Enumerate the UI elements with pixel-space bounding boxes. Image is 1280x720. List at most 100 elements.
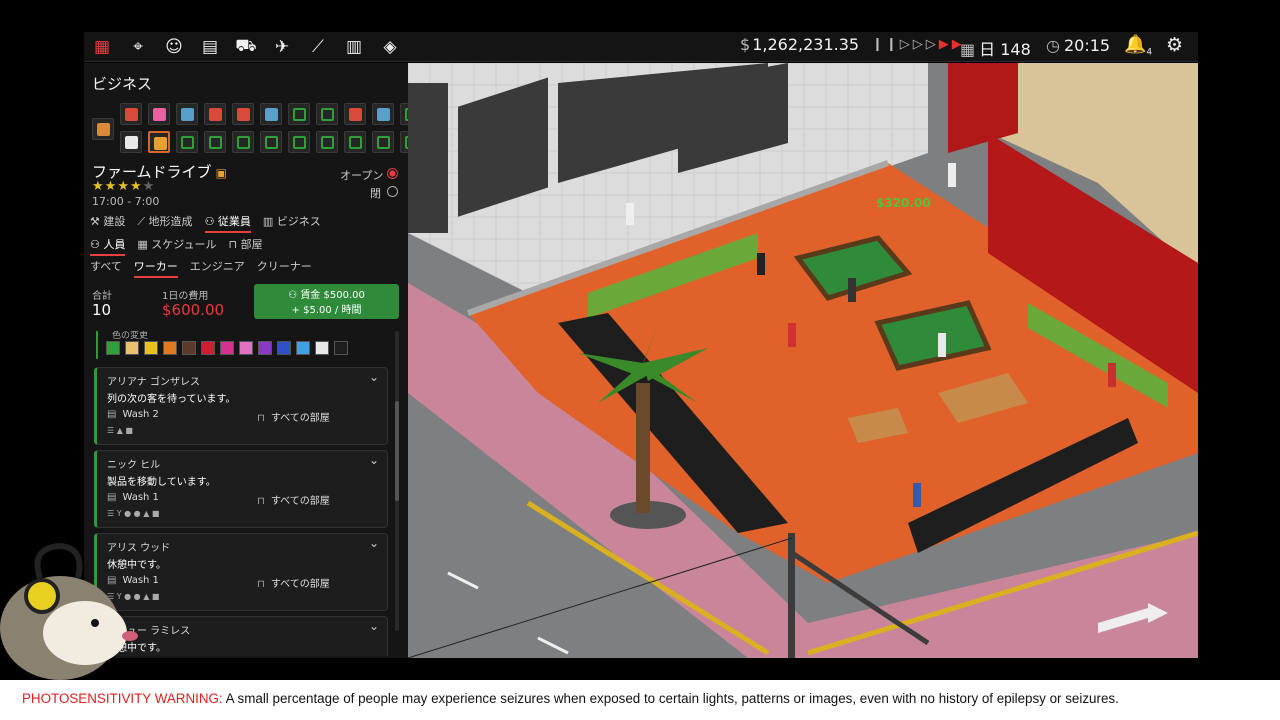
business-icon-button[interactable] — [288, 131, 310, 153]
business-icon-button[interactable] — [400, 103, 408, 125]
warning-text: A small percentage of people may experie… — [222, 691, 1119, 706]
employee-skill-icons: ☰ ▲ ■ — [107, 426, 133, 435]
color-swatch[interactable] — [106, 341, 120, 355]
business-icon-button[interactable] — [288, 103, 310, 125]
business-icon-button[interactable] — [344, 131, 366, 153]
employee-skill-icons: ☰ Y ● ● ▲ ■ — [107, 509, 160, 518]
business-icon-button[interactable] — [372, 103, 394, 125]
main-tab-2[interactable]: ⚇ 従業員 — [204, 213, 251, 233]
game-viewport[interactable]: $320.00 — [408, 63, 1198, 658]
room-icon: ▤ — [107, 409, 117, 420]
main-tab-0[interactable]: ⚒ 建設 — [90, 213, 125, 233]
employee-status: 製品を移動しています。 — [107, 477, 216, 488]
sub-tab-2[interactable]: ⊓ 部屋 — [228, 236, 262, 256]
role-tab-2[interactable]: エンジニア — [190, 258, 245, 278]
total-label: 合計 — [92, 291, 112, 302]
chevron-down-icon[interactable]: ⌄ — [369, 370, 379, 384]
building-icon[interactable]: ▦ — [88, 33, 116, 61]
total-value: 10 — [92, 301, 112, 319]
fast-button[interactable]: ▷▷ — [913, 37, 939, 52]
frame-icon — [321, 136, 334, 149]
business-icon-button[interactable] — [176, 131, 198, 153]
business-icon-button[interactable] — [344, 103, 366, 125]
chevron-down-icon[interactable]: ⌄ — [369, 536, 379, 550]
business-icon-button[interactable] — [316, 103, 338, 125]
employee-area[interactable]: ⊓ すべての部屋 — [257, 409, 330, 424]
business-icon-button[interactable] — [120, 131, 142, 153]
color-swatch[interactable] — [220, 341, 234, 355]
main-tab-3[interactable]: ▥ ビジネス — [263, 213, 321, 233]
business-icon-button[interactable] — [400, 131, 408, 153]
chevron-down-icon[interactable]: ⌄ — [369, 619, 379, 633]
delivery-truck-icon[interactable]: ⛟ — [232, 33, 260, 61]
color-swatch[interactable] — [277, 341, 291, 355]
color-swatch[interactable] — [182, 341, 196, 355]
main-tab-label: ⚇ 従業員 — [204, 215, 251, 228]
employee-area[interactable]: ⊓ すべての部屋 — [257, 492, 330, 507]
sub-tab-0[interactable]: ⚇ 人員 — [90, 236, 126, 256]
briefcase-icon[interactable]: ▤ — [196, 33, 224, 61]
play-button[interactable]: ▷ — [900, 37, 913, 52]
color-swatch[interactable] — [144, 341, 158, 355]
color-swatch[interactable] — [315, 341, 329, 355]
top-bar: ▦ ⌖ ☺ ▤ ⛟ ✈ ⟋ ▥ ◈ $1,262,231.35 ❙❙▷▷▷▶▶ … — [84, 32, 1198, 62]
color-swatch[interactable] — [201, 341, 215, 355]
layers-icon[interactable]: ◈ — [376, 33, 404, 61]
business-icon-button[interactable] — [204, 103, 226, 125]
employee-card[interactable]: アリアナ ゴンザレス 列の次の客を待っています。 ⌄ ▤ Wash 2 ⊓ すべての部屋 ☰ … — [94, 367, 388, 445]
business-icon-button[interactable] — [148, 131, 170, 153]
door-icon: ⊓ — [257, 496, 265, 507]
closed-option[interactable]: 閉 — [370, 185, 381, 201]
business-icon-button[interactable] — [260, 131, 282, 153]
settings-button[interactable]: ⚙ — [1166, 34, 1183, 56]
business-icon-button[interactable] — [232, 103, 254, 125]
ledger-icon[interactable]: ▥ — [340, 33, 368, 61]
hire-worker-button[interactable]: ⚇ 賃金 $500.00 + $5.00 / 時間 — [254, 284, 399, 319]
sub-tab-1[interactable]: ▦ スケジュール — [137, 236, 216, 256]
business-icon-button[interactable] — [92, 118, 114, 140]
star-filled-icon: ★ — [104, 179, 118, 194]
main-tab-1[interactable]: ⟋ 地形造成 — [137, 213, 192, 233]
pause-button[interactable]: ❙❙ — [872, 37, 900, 52]
color-swatch[interactable] — [125, 341, 139, 355]
business-icon-button[interactable] — [372, 131, 394, 153]
color-swatch[interactable] — [334, 341, 348, 355]
chevron-down-icon[interactable]: ⌄ — [369, 453, 379, 467]
business-icon-button[interactable] — [120, 103, 142, 125]
role-tab-3[interactable]: クリーナー — [257, 258, 312, 278]
business-icon-button[interactable] — [316, 131, 338, 153]
employee-card[interactable]: ニック ヒル 製品を移動しています。 ⌄ ▤ Wash 1 ⊓ すべての部屋 ☰ Y ● ● … — [94, 450, 388, 528]
employee-area[interactable]: ⊓ すべての部屋 — [257, 575, 330, 590]
color-swatch[interactable] — [239, 341, 253, 355]
employee-area-label: すべての部屋 — [270, 579, 330, 590]
notifications-button[interactable]: 🔔4 — [1124, 34, 1152, 58]
chart-icon[interactable]: ⟋ — [304, 33, 332, 61]
business-icon-button[interactable] — [148, 103, 170, 125]
role-tab-1[interactable]: ワーカー — [133, 258, 178, 278]
daily-cost-label: 1日の費用 — [162, 291, 209, 302]
employee-room[interactable]: ▤ Wash 1 — [107, 492, 159, 503]
time-value: 20:15 — [1063, 36, 1111, 55]
business-icon-button[interactable] — [232, 131, 254, 153]
role-tab-0[interactable]: すべて — [90, 258, 122, 278]
open-option[interactable]: オープン — [340, 167, 383, 183]
business-icon-button[interactable] — [204, 131, 226, 153]
open-radio[interactable] — [387, 168, 398, 179]
frame-icon — [293, 136, 306, 149]
list-scroll-thumb[interactable] — [395, 401, 399, 501]
business-icon-button[interactable] — [260, 103, 282, 125]
calendar-icon: ▦ — [960, 40, 976, 59]
color-swatch[interactable] — [296, 341, 310, 355]
map-icon[interactable]: ⌖ — [124, 33, 152, 61]
business-icon-button[interactable] — [176, 103, 198, 125]
color-swatch[interactable] — [258, 341, 272, 355]
color-swatch[interactable] — [163, 341, 177, 355]
room-icon: ▤ — [107, 492, 117, 503]
airplane-icon[interactable]: ✈ — [268, 33, 296, 61]
role-tab-label: すべて — [90, 260, 122, 273]
closed-radio[interactable] — [387, 186, 398, 197]
role-tab-label: ワーカー — [133, 260, 178, 273]
chef-icon — [125, 108, 138, 121]
staff-icon[interactable]: ☺ — [160, 33, 188, 61]
employee-room[interactable]: ▤ Wash 2 — [107, 409, 159, 420]
